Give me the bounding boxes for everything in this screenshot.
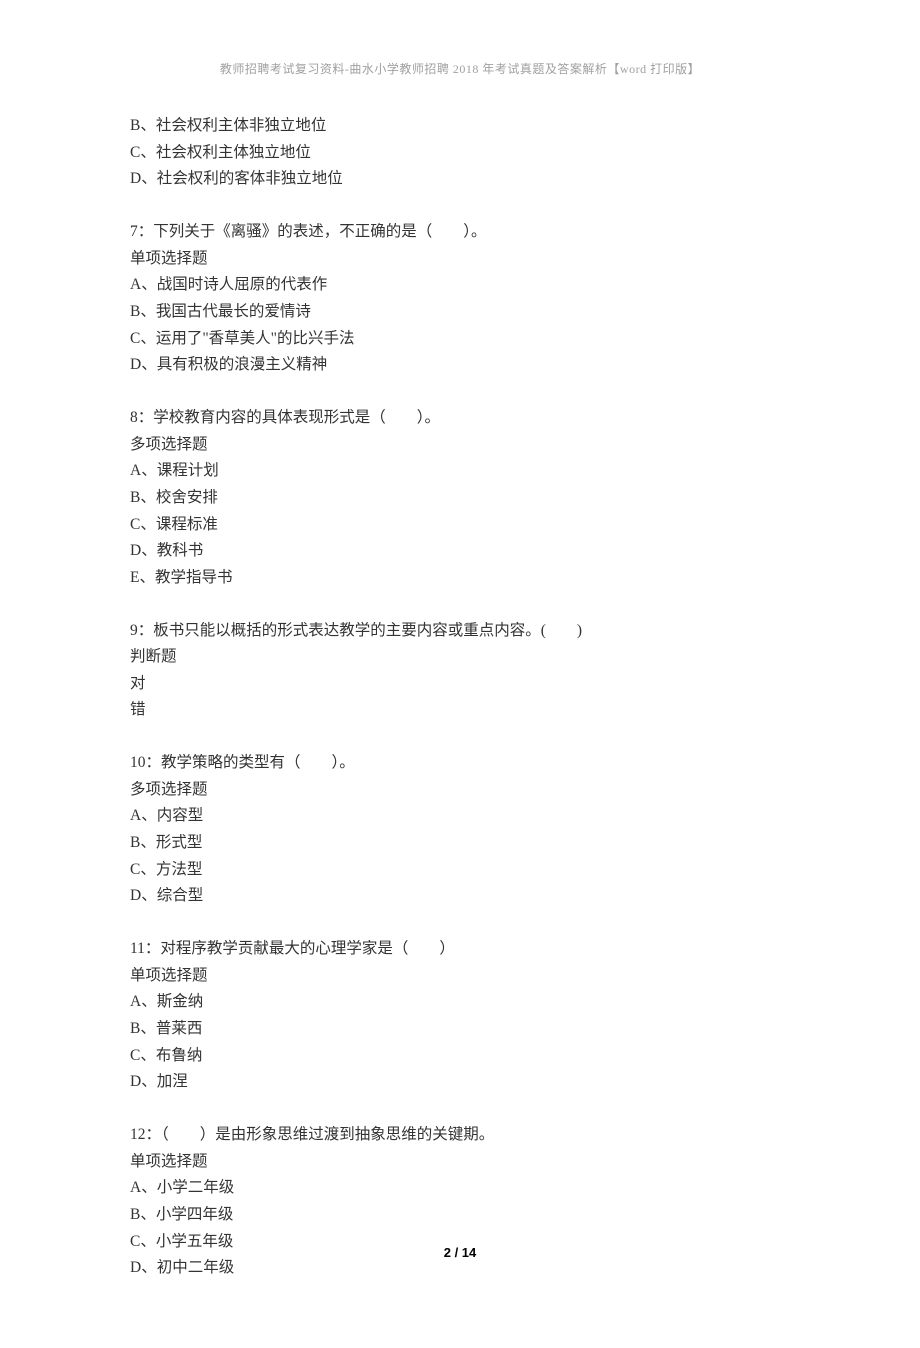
page-header: 教师招聘考试复习资料-曲水小学教师招聘 2018 年考试真题及答案解析【word… [130,60,790,77]
question-11: 11：对程序教学贡献最大的心理学家是（ ） 单项选择题 A、斯金纳 B、普莱西 … [130,936,790,1096]
question-type: 多项选择题 [130,777,790,804]
option-c: C、课程标准 [130,512,790,539]
question-stem: 11：对程序教学贡献最大的心理学家是（ ） [130,936,790,963]
option-c: C、社会权利主体独立地位 [130,140,790,167]
question-7: 7：下列关于《离骚》的表述，不正确的是（ ）。 单项选择题 A、战国时诗人屈原的… [130,219,790,379]
question-type: 单项选择题 [130,1149,790,1176]
option-b: B、形式型 [130,830,790,857]
question-stem: 12：（ ）是由形象思维过渡到抽象思维的关键期。 [130,1122,790,1149]
page-footer: 2 / 14 [0,1245,920,1260]
option-d: D、加涅 [130,1069,790,1096]
option-c: C、布鲁纳 [130,1043,790,1070]
option-b: B、校舍安排 [130,485,790,512]
question-type: 判断题 [130,644,790,671]
option-a: A、小学二年级 [130,1175,790,1202]
option-b: B、社会权利主体非独立地位 [130,113,790,140]
question-type: 单项选择题 [130,246,790,273]
page-total: 14 [462,1245,476,1260]
option-b: B、我国古代最长的爱情诗 [130,299,790,326]
question-stem: 10：教学策略的类型有（ ）。 [130,750,790,777]
option-e: E、教学指导书 [130,565,790,592]
option-a: A、内容型 [130,803,790,830]
option-true: 对 [130,671,790,698]
question-10: 10：教学策略的类型有（ ）。 多项选择题 A、内容型 B、形式型 C、方法型 … [130,750,790,910]
question-type: 多项选择题 [130,432,790,459]
option-a: A、斯金纳 [130,989,790,1016]
page-sep: / [451,1245,462,1260]
option-c: C、运用了"香草美人"的比兴手法 [130,326,790,353]
question-6-partial: B、社会权利主体非独立地位 C、社会权利主体独立地位 D、社会权利的客体非独立地… [130,113,790,193]
question-stem: 7：下列关于《离骚》的表述，不正确的是（ ）。 [130,219,790,246]
option-a: A、战国时诗人屈原的代表作 [130,272,790,299]
question-type: 单项选择题 [130,963,790,990]
document-body: B、社会权利主体非独立地位 C、社会权利主体独立地位 D、社会权利的客体非独立地… [130,113,790,1282]
question-8: 8：学校教育内容的具体表现形式是（ ）。 多项选择题 A、课程计划 B、校舍安排… [130,405,790,592]
option-d: D、综合型 [130,883,790,910]
option-d: D、社会权利的客体非独立地位 [130,166,790,193]
option-d: D、教科书 [130,538,790,565]
question-stem: 9：板书只能以概括的形式表达教学的主要内容或重点内容。( ) [130,618,790,645]
option-a: A、课程计划 [130,458,790,485]
question-9: 9：板书只能以概括的形式表达教学的主要内容或重点内容。( ) 判断题 对 错 [130,618,790,725]
page-current: 2 [444,1245,451,1260]
option-false: 错 [130,697,790,724]
option-b: B、普莱西 [130,1016,790,1043]
option-c: C、方法型 [130,857,790,884]
option-b: B、小学四年级 [130,1202,790,1229]
option-d: D、具有积极的浪漫主义精神 [130,352,790,379]
question-stem: 8：学校教育内容的具体表现形式是（ ）。 [130,405,790,432]
